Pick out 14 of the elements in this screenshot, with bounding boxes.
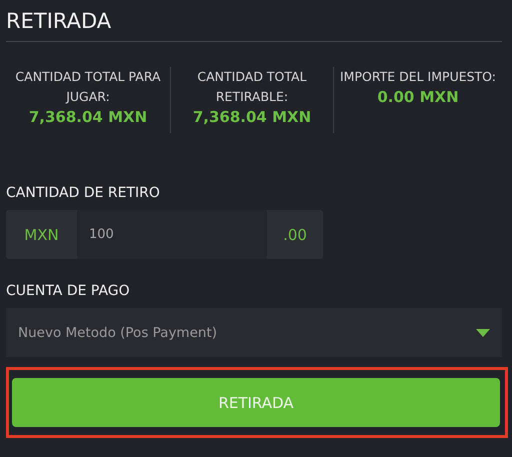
stat-label: CANTIDAD TOTAL RETIRABLE: <box>196 68 308 106</box>
payment-account-value: Nuevo Metodo (Pos Payment) <box>18 324 218 340</box>
stat-label: CANTIDAD TOTAL PARA JUGAR: <box>14 68 162 106</box>
payment-account-dropdown[interactable]: Nuevo Metodo (Pos Payment) <box>6 308 502 357</box>
amount-input-field[interactable]: MXN 100 .00 <box>6 210 323 259</box>
stat-value: 0.00 MXN <box>377 87 459 107</box>
amount-value: 100 <box>77 210 267 259</box>
stat-value: 7,368.04 MXN <box>192 107 312 127</box>
stat-label: IMPORTE DEL IMPUESTO: <box>340 68 496 86</box>
page-title: RETIRADA <box>6 8 112 35</box>
payment-account-label: CUENTA DE PAGO <box>6 283 130 299</box>
dropdown-caret-icon <box>476 328 490 336</box>
stat-value: 7,368.04 MXN <box>28 107 148 127</box>
amount-label: CANTIDAD DE RETIRO <box>6 185 160 201</box>
